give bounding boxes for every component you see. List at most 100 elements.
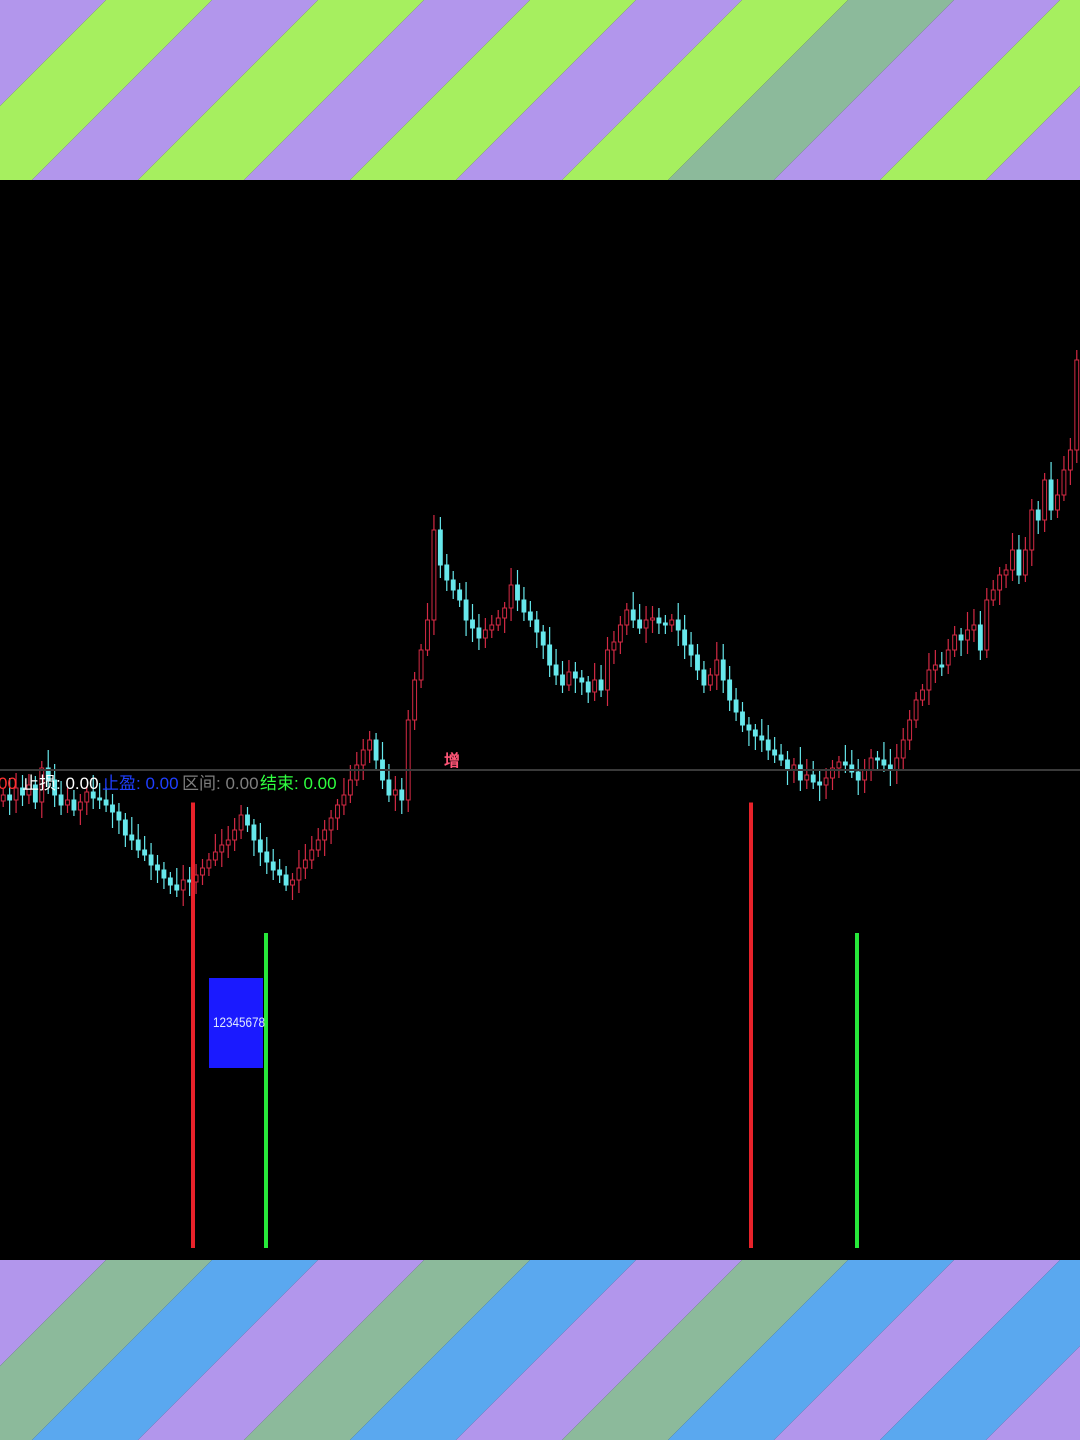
candle-body (219, 844, 225, 853)
candle (830, 760, 835, 790)
candle (425, 603, 430, 656)
candle (952, 626, 958, 657)
candle (997, 567, 1003, 605)
candle-body (135, 839, 141, 851)
candle-body (360, 749, 366, 766)
candle-body (881, 759, 887, 766)
candle-body (855, 771, 861, 781)
stripe-pattern-top (0, 0, 1080, 180)
candle-body (707, 674, 713, 686)
candle (855, 759, 861, 795)
candle (900, 728, 906, 770)
indicator-label-take-profit: 止盈: 0.00 (102, 774, 179, 793)
candle-body (572, 671, 578, 679)
indicator-label-end: 结束: 0.00 (260, 774, 337, 793)
candle (161, 862, 167, 889)
signal-lines (191, 802, 859, 1248)
candle-body (1035, 509, 1041, 521)
candle-body (617, 624, 623, 643)
candle-body (727, 679, 733, 701)
candle-body (212, 851, 218, 861)
candle-body (778, 754, 784, 761)
candle (772, 737, 778, 763)
candle-body (958, 634, 964, 641)
candle-body (643, 619, 649, 629)
candle-body (1003, 569, 1009, 576)
candle-body (116, 811, 122, 821)
candle-body (720, 659, 726, 681)
candle (392, 776, 398, 811)
candle-body (945, 649, 951, 666)
candle-body (148, 854, 154, 866)
candle (817, 770, 823, 801)
candle (148, 843, 154, 880)
candle (637, 604, 643, 634)
candle-body (823, 777, 829, 786)
candle (315, 828, 321, 857)
candle (1067, 438, 1073, 485)
candle-body (540, 631, 546, 646)
candle-body (675, 619, 681, 631)
candle-body (875, 757, 880, 761)
candle-body (810, 774, 816, 783)
candle (431, 515, 437, 635)
candle-body (457, 589, 463, 601)
candle (322, 820, 328, 856)
candle (592, 663, 598, 701)
candle (810, 761, 816, 789)
candle (380, 742, 385, 789)
candle-body (502, 607, 508, 619)
candle (785, 751, 790, 785)
candle-body (900, 739, 906, 759)
candle (733, 688, 739, 721)
candle-body (142, 849, 148, 856)
candle (482, 618, 488, 648)
candle (720, 644, 726, 693)
candle-body (425, 619, 430, 651)
candle (341, 778, 347, 815)
candle (1074, 350, 1080, 463)
candle (746, 717, 752, 746)
candle-body (84, 791, 90, 803)
candle-body (977, 624, 983, 651)
candle-body (489, 624, 495, 631)
candle (335, 799, 340, 830)
candle-body (399, 789, 405, 801)
candle-body (527, 611, 533, 621)
candle-body (547, 644, 553, 666)
candle (875, 751, 880, 769)
candle-body (97, 797, 103, 801)
candle (1055, 479, 1060, 518)
candle (187, 867, 193, 896)
candle (701, 661, 707, 693)
candle-body (167, 877, 173, 886)
candle-body (862, 769, 868, 781)
candle (804, 759, 810, 789)
candle (682, 615, 688, 659)
candle-body (746, 724, 752, 731)
candle-body (65, 799, 70, 806)
candle-body (1042, 479, 1048, 521)
candle (489, 615, 495, 638)
candle-body (592, 679, 598, 693)
candle (450, 571, 456, 599)
candle (695, 644, 700, 680)
candle-body (797, 764, 803, 781)
candle (155, 855, 160, 883)
candle-body (682, 629, 688, 646)
candle (945, 639, 951, 674)
candle-body (328, 817, 334, 831)
chart-canvas[interactable]: 增 00 止损: 0.00 止盈: 0.00 区间: 0.00 结束: 0.00… (0, 180, 1080, 1260)
candle (328, 810, 334, 844)
candle (405, 710, 411, 812)
candle (1003, 564, 1009, 588)
candle (932, 650, 938, 683)
candle-body (662, 622, 668, 626)
candle-body (508, 584, 514, 609)
candle (367, 731, 373, 763)
candle-body (752, 729, 758, 737)
candle (643, 606, 649, 643)
candle (251, 819, 257, 856)
candle-body (470, 619, 475, 629)
candle-body (566, 671, 572, 686)
